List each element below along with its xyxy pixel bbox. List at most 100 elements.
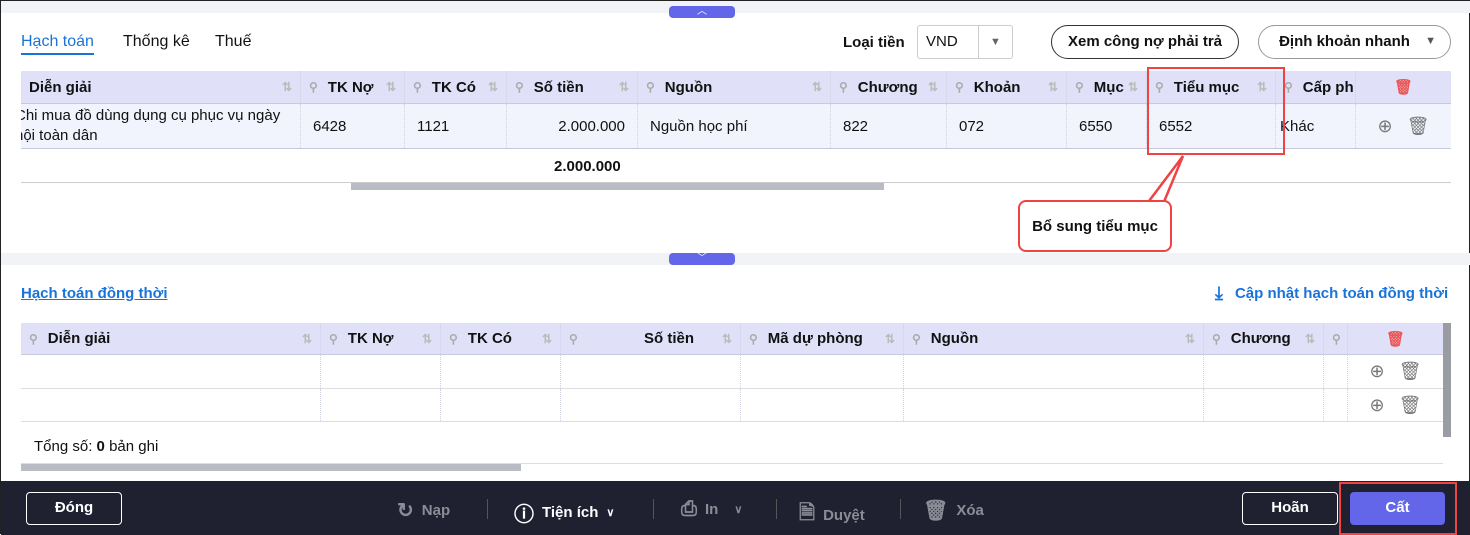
delete-row-icon[interactable]: 🗑	[1399, 395, 1422, 416]
col-label: Nguồn	[664, 78, 713, 96]
cell-tk-co[interactable]: 1121	[405, 104, 507, 148]
col-label: TK Nợ	[347, 330, 394, 347]
col-label: Chương	[857, 78, 918, 96]
tab-hach-toan[interactable]: Hạch toán	[21, 33, 94, 55]
col-more[interactable]: ⚲	[1324, 323, 1348, 354]
col-dien-giai[interactable]: ⚲ Diễn giải ⇅	[21, 323, 321, 354]
add-row-icon[interactable]: ⊕	[1370, 361, 1385, 382]
col-tk-co[interactable]: ⚲ TK Có ⇅	[405, 71, 507, 103]
tab-thue[interactable]: Thuế	[215, 33, 251, 51]
print-button[interactable]: ⎙ In ∨	[681, 498, 742, 521]
pin-icon[interactable]: ⚲	[646, 80, 655, 94]
printer-icon: ⎙	[681, 498, 697, 520]
save-highlight-box	[1339, 482, 1457, 535]
cell-dien-giai[interactable]: Chi mua đồ dùng dụng cụ phục vụ ngày hội …	[21, 104, 301, 148]
col-chuong[interactable]: ⚲ Chương ⇅	[831, 71, 947, 103]
col-tk-no[interactable]: ⚲ TK Nợ ⇅	[301, 71, 405, 103]
col-label: Mục	[1093, 78, 1124, 96]
delete-label: Xóa	[956, 502, 984, 519]
delete-all-icon[interactable]: 🗑	[1348, 323, 1443, 354]
horizontal-scrollbar[interactable]	[21, 464, 521, 471]
col-label: TK Nợ	[327, 78, 374, 96]
cell-cap-phat[interactable]: Khác	[1276, 104, 1356, 148]
reload-button[interactable]: ↻ Nạp	[397, 498, 450, 523]
update-label: Cập nhật hạch toán đồng thời	[1234, 285, 1449, 302]
delete-row-icon[interactable]: 🗑	[1407, 116, 1430, 137]
col-cap-phat[interactable]: ⚲ Cấp ph	[1276, 71, 1356, 103]
approve-button[interactable]: 🗎 Duyệt	[799, 498, 865, 532]
divider	[487, 499, 488, 519]
currency-value: VND	[926, 33, 958, 50]
col-tk-no[interactable]: ⚲ TK Nợ ⇅	[321, 323, 441, 354]
utilities-label: Tiện ích	[542, 504, 599, 521]
col-label: TK Có	[467, 330, 512, 347]
delete-row-icon[interactable]: 🗑	[1399, 361, 1422, 382]
chevron-down-icon: ∨	[606, 507, 615, 519]
horizontal-scrollbar[interactable]	[351, 183, 884, 190]
cell-so-tien[interactable]: 2.000.000	[507, 104, 638, 148]
add-row-icon[interactable]: ⊕	[1378, 116, 1393, 137]
delete-all-icon[interactable]: 🗑	[1356, 71, 1451, 103]
cell-khoan[interactable]: 072	[947, 104, 1067, 148]
chevron-down-icon: ∨	[734, 504, 743, 516]
add-row-icon[interactable]: ⊕	[1370, 395, 1385, 416]
pin-icon[interactable]: ⚲	[1284, 80, 1293, 94]
reload-icon: ↻	[397, 500, 414, 522]
approve-label: Duyệt	[823, 506, 865, 524]
utilities-button[interactable]: ⓘ Tiện ích ∨	[514, 498, 614, 527]
view-debt-button[interactable]: Xem công nợ phải trả	[1051, 25, 1239, 59]
col-label: Chương	[1230, 330, 1291, 347]
callout: Bổ sung tiểu mục	[1018, 200, 1172, 252]
download-icon: ⤓	[1215, 283, 1223, 303]
quick-entry-label: Định khoản nhanh	[1279, 33, 1410, 50]
pin-icon[interactable]: ⚲	[413, 80, 422, 94]
pin-icon[interactable]: ⚲	[309, 80, 318, 94]
col-ma-du-phong[interactable]: ⚲ Mã dự phòng ⇅	[741, 323, 904, 354]
pin-icon[interactable]: ⚲	[1075, 80, 1084, 94]
col-nguon[interactable]: ⚲ Nguồn ⇅	[904, 323, 1204, 354]
divider	[776, 499, 777, 519]
cancel-button[interactable]: Hoãn	[1242, 492, 1338, 525]
pin-icon[interactable]: ⚲	[515, 80, 524, 94]
pin-icon[interactable]: ⚲	[955, 80, 964, 94]
top-strip	[1, 1, 1470, 13]
cell-tk-no[interactable]: 6428	[301, 104, 405, 148]
col-nguon[interactable]: ⚲ Nguồn ⇅	[638, 71, 831, 103]
cell-muc[interactable]: 6550	[1067, 104, 1147, 148]
concurrent-table-header: ⚲ Diễn giải ⇅ ⚲ TK Nợ ⇅ ⚲ TK Có ⇅ ⚲ Số tiền ⇅ ⚲ M…	[21, 323, 1443, 355]
chevron-down-icon: ▼	[978, 26, 1012, 58]
section-separator	[1, 253, 1470, 265]
close-button[interactable]: Đóng	[26, 492, 122, 525]
quick-entry-button[interactable]: Định khoản nhanh ▼	[1258, 25, 1451, 59]
collapse-up-button[interactable]: ︿	[669, 6, 735, 18]
tab-thong-ke[interactable]: Thống kê	[123, 33, 190, 51]
record-count: Tổng số: 0 bản ghi	[34, 438, 159, 455]
col-chuong[interactable]: ⚲ Chương ⇅	[1204, 323, 1324, 354]
collapse-down-button[interactable]: ﹀	[669, 253, 735, 265]
pin-icon[interactable]: ⚲	[839, 80, 848, 94]
col-khoan[interactable]: ⚲ Khoản ⇅	[947, 71, 1067, 103]
trash-icon: 🗑	[923, 500, 949, 522]
col-label: Diễn giải	[47, 330, 111, 347]
cell-nguon[interactable]: Nguồn học phí	[638, 104, 831, 148]
col-label: Số tiền	[533, 78, 584, 96]
document-icon: 🗎	[799, 502, 816, 524]
col-so-tien[interactable]: ⚲ Số tiền ⇅	[507, 71, 638, 103]
chevron-down-icon: ▼	[1425, 35, 1436, 47]
update-concurrent-button[interactable]: ⤓ Cập nhật hạch toán đồng thời	[1215, 283, 1448, 304]
col-label: Nguồn	[930, 330, 979, 347]
delete-button[interactable]: 🗑 Xóa	[923, 498, 984, 523]
divider	[900, 499, 901, 519]
col-tk-co[interactable]: ⚲ TK Có ⇅	[441, 323, 561, 354]
table-row[interactable]: ⊕ 🗑	[21, 389, 1443, 422]
vertical-scrollbar[interactable]	[1443, 323, 1451, 437]
col-muc[interactable]: ⚲ Mục ⇅	[1067, 71, 1147, 103]
col-dien-giai[interactable]: Diễn giải ⇅	[21, 71, 301, 103]
divider	[653, 499, 654, 519]
col-label: Mã dự phòng	[767, 330, 863, 347]
table-row[interactable]: ⊕ 🗑	[21, 355, 1443, 389]
concurrent-title[interactable]: Hạch toán đồng thời	[21, 285, 167, 302]
col-so-tien[interactable]: ⚲ Số tiền ⇅	[561, 323, 741, 354]
currency-select[interactable]: VND ▼	[917, 25, 1013, 59]
cell-chuong[interactable]: 822	[831, 104, 947, 148]
